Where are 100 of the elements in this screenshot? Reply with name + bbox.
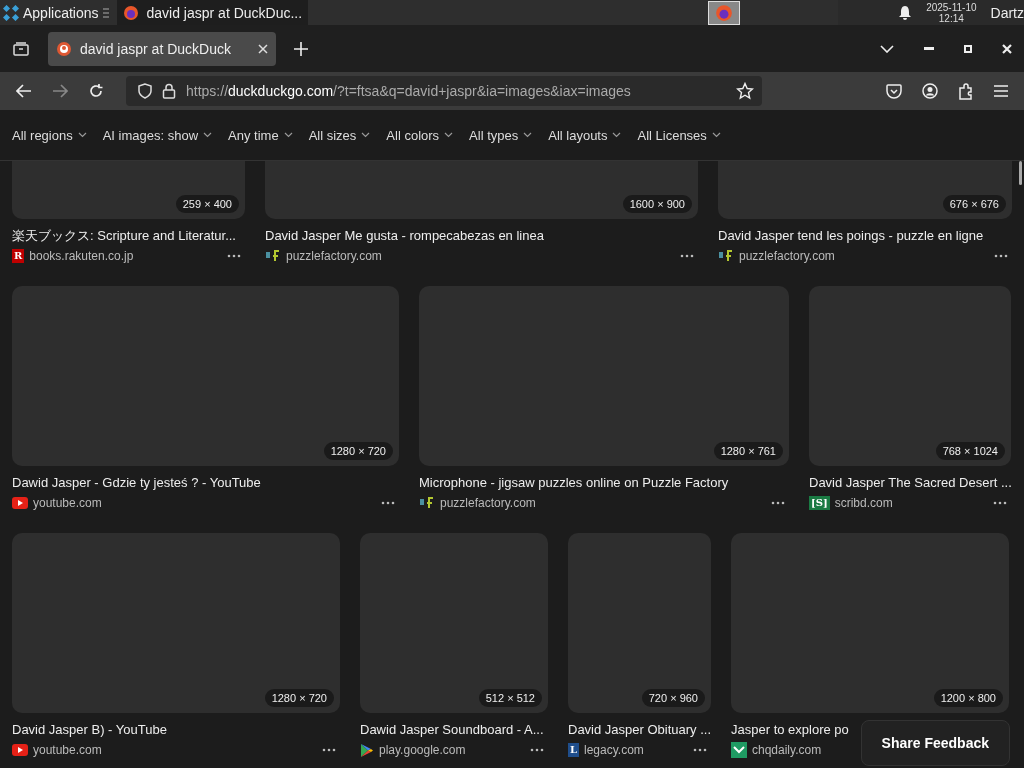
- more-options-icon[interactable]: [993, 501, 1007, 505]
- filter-dropdown[interactable]: All colors: [386, 127, 454, 143]
- image-size-label: 1280 × 720: [323, 442, 393, 460]
- chevron-down-icon: [444, 132, 454, 138]
- source-domain[interactable]: scribd.com: [834, 496, 893, 510]
- menu-icon[interactable]: [994, 85, 1008, 97]
- menu-icon: [102, 7, 109, 18]
- chevron-down-icon: [361, 132, 371, 138]
- image-size-label: 768 × 1024: [935, 442, 1005, 460]
- result-title[interactable]: David Jasper Obituary ...: [568, 722, 712, 737]
- forward-icon[interactable]: [52, 84, 68, 98]
- image-thumbnail[interactable]: 1280 × 720: [12, 533, 340, 713]
- pocket-icon[interactable]: [886, 83, 902, 99]
- reload-icon[interactable]: [88, 83, 104, 99]
- bell-icon[interactable]: [898, 4, 913, 21]
- image-thumbnail[interactable]: 1280 × 761: [419, 286, 789, 466]
- chevron-down-icon: [283, 132, 293, 138]
- source-domain[interactable]: puzzlefactory.com: [286, 249, 382, 263]
- filter-dropdown[interactable]: All Licenses: [637, 127, 721, 143]
- result-title[interactable]: Jasper to explore po: [731, 722, 849, 737]
- filter-dropdown[interactable]: All sizes: [308, 127, 371, 143]
- source-domain[interactable]: chqdaily.com: [752, 743, 822, 757]
- result-title[interactable]: Dawid Jasper - Gdzie ty jesteś ? - YouTube: [12, 475, 261, 490]
- source-domain[interactable]: legacy.com: [584, 743, 644, 757]
- address-bar[interactable]: https://duckduckgo.com/?t=ftsa&q=david+jaspr&ia=images&iax=images: [126, 76, 762, 106]
- app-menu-icon[interactable]: [3, 4, 19, 21]
- image-size-label: 1280 × 761: [713, 442, 783, 460]
- close-icon[interactable]: [258, 43, 268, 54]
- more-options-icon[interactable]: [771, 501, 785, 505]
- result-title[interactable]: Microphone - jigsaw puzzles online on Puzzle Factory: [419, 475, 729, 490]
- image-size-label: 259 × 400: [175, 195, 239, 213]
- lock-icon: [162, 83, 176, 99]
- puzzle-piece-icon[interactable]: [958, 82, 974, 100]
- image-thumbnail[interactable]: 676 × 676: [718, 161, 1012, 219]
- minimize-icon[interactable]: [924, 46, 934, 51]
- image-size-label: 1600 × 900: [622, 195, 692, 213]
- source-domain[interactable]: play.google.com: [379, 743, 466, 757]
- more-options-icon[interactable]: [693, 748, 707, 752]
- site-favicon-icon: [419, 496, 435, 510]
- source-domain[interactable]: youtube.com: [33, 743, 102, 757]
- result-title[interactable]: David Jasper B) - YouTube: [12, 722, 167, 737]
- site-favicon-icon: [718, 249, 734, 263]
- image-thumbnail[interactable]: 720 × 960: [568, 533, 711, 713]
- shield-icon: [138, 83, 152, 99]
- image-size-label: 1200 × 800: [933, 689, 1003, 707]
- filter-dropdown[interactable]: All layouts: [548, 127, 622, 143]
- image-thumbnail[interactable]: 1600 × 900: [265, 161, 698, 219]
- close-icon[interactable]: [1002, 43, 1012, 54]
- site-favicon: L: [568, 743, 580, 757]
- taskbar-browser-button[interactable]: [708, 0, 741, 25]
- source-domain[interactable]: youtube.com: [33, 496, 102, 510]
- more-options-icon[interactable]: [994, 254, 1008, 258]
- filter-dropdown[interactable]: AI images: show: [102, 127, 213, 143]
- play-icon: [12, 744, 28, 756]
- browser-icon: [715, 3, 734, 22]
- source-domain[interactable]: puzzlefactory.com: [440, 496, 536, 510]
- result-title[interactable]: David Jasper tend les poings - puzzle en ligne: [718, 228, 984, 243]
- account-icon[interactable]: [922, 83, 938, 99]
- result-title[interactable]: 楽天ブックス: Scripture and Literatur...: [12, 228, 236, 243]
- back-icon[interactable]: [16, 84, 32, 98]
- result-title[interactable]: David Jasper The Sacred Desert ...: [809, 475, 1012, 490]
- play-icon: [360, 742, 374, 758]
- image-size-label: 1280 × 720: [264, 689, 334, 707]
- taskbar-window-button[interactable]: david jaspr at DuckDuc...: [116, 0, 309, 25]
- more-options-icon[interactable]: [381, 501, 395, 505]
- image-thumbnail[interactable]: 512 × 512: [360, 533, 548, 713]
- tab-overview-icon[interactable]: [12, 40, 30, 57]
- new-tab-icon[interactable]: [294, 41, 308, 56]
- chevron-down-icon[interactable]: [880, 44, 894, 53]
- more-options-icon[interactable]: [680, 254, 694, 258]
- applications-menu[interactable]: Applications: [23, 4, 99, 21]
- image-size-label: 720 × 960: [641, 689, 705, 707]
- clock[interactable]: 2025-11-10 12:14: [926, 1, 977, 24]
- image-thumbnail[interactable]: 259 × 400: [12, 161, 245, 219]
- filter-dropdown[interactable]: All regions: [12, 127, 87, 143]
- play-icon: [12, 497, 28, 509]
- site-favicon: [S]: [809, 496, 830, 510]
- source-domain[interactable]: books.rakuten.co.jp: [29, 249, 134, 263]
- duck-icon: [56, 40, 72, 57]
- user-name[interactable]: Dartz: [990, 4, 1024, 21]
- result-title[interactable]: David Jasper Me gusta - rompecabezas en linea: [265, 228, 544, 243]
- star-icon[interactable]: [736, 82, 754, 100]
- chevron-down-icon: [523, 132, 533, 138]
- image-thumbnail[interactable]: 1200 × 800: [731, 533, 1009, 713]
- result-title[interactable]: Dawid Jasper Soundboard - A...: [360, 722, 544, 737]
- chevron-down-icon: [711, 132, 721, 138]
- image-thumbnail[interactable]: 768 × 1024: [809, 286, 1011, 466]
- browser-tab[interactable]: david jaspr at DuckDuck: [48, 31, 276, 66]
- more-options-icon[interactable]: [322, 748, 336, 752]
- browser-icon: [122, 4, 139, 21]
- source-domain[interactable]: puzzlefactory.com: [739, 249, 835, 263]
- chevron-down-icon: [77, 132, 87, 138]
- more-options-icon[interactable]: [227, 254, 241, 258]
- image-thumbnail[interactable]: 1280 × 720: [12, 286, 399, 466]
- filter-dropdown[interactable]: All types: [469, 127, 533, 143]
- filter-dropdown[interactable]: Any time: [228, 127, 293, 143]
- maximize-icon[interactable]: [964, 44, 972, 53]
- share-feedback-button[interactable]: Share Feedback: [860, 720, 1010, 766]
- more-options-icon[interactable]: [530, 748, 544, 752]
- scrollbar-thumb[interactable]: [1019, 161, 1022, 185]
